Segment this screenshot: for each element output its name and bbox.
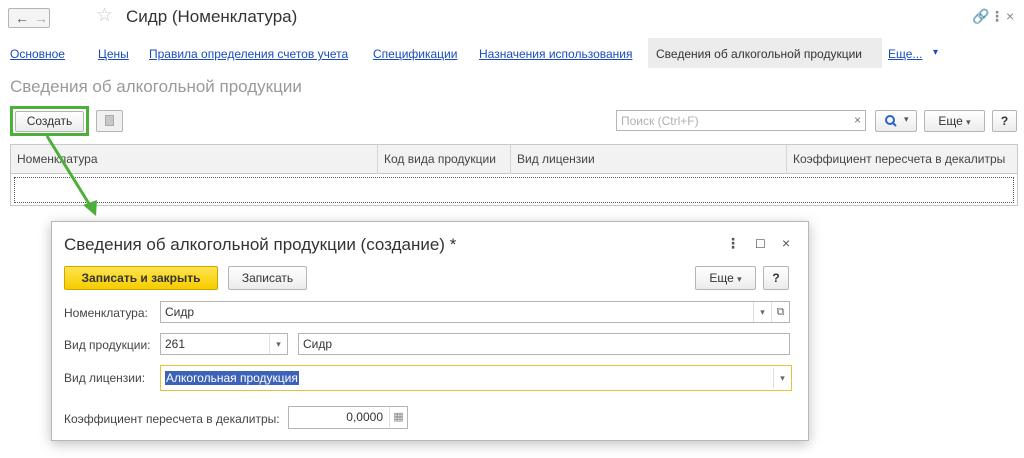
dialog-close-icon[interactable]: × <box>782 235 790 251</box>
search-clear-icon[interactable]: × <box>854 113 861 127</box>
product-type-code-value: 261 <box>165 337 186 351</box>
product-type-name-field[interactable]: Сидр <box>298 333 790 355</box>
calculator-icon[interactable]: ▦ <box>389 407 407 427</box>
product-type-code-field[interactable]: 261 ▾ <box>160 333 288 355</box>
create-button[interactable]: Создать <box>15 111 84 132</box>
favorite-star-icon[interactable]: ☆ <box>96 6 113 26</box>
alcohol-info-table: Номенклатура Код вида продукции Вид лице… <box>10 144 1018 206</box>
window-title: Сидр (Номенклатура) <box>126 7 298 26</box>
search-button[interactable]: ▾ <box>875 110 917 132</box>
create-dialog: Сведения об алкогольной продукции (созда… <box>51 221 809 441</box>
column-header-nomenclature[interactable]: Номенклатура <box>11 145 378 174</box>
column-header-coefficient[interactable]: Коэффициент пересчета в декалитры <box>787 145 1017 174</box>
link-icon[interactable]: 🔗 <box>972 8 989 25</box>
tab-alcohol-info[interactable]: Сведения об алкогольной продукции <box>648 38 882 68</box>
tab-more[interactable]: Еще... <box>888 47 922 61</box>
tab-account-rules[interactable]: Правила определения счетов учета <box>149 47 348 61</box>
search-icon <box>885 115 897 127</box>
save-button[interactable]: Записать <box>228 266 307 290</box>
nomenclature-field[interactable]: Сидр ▾ ⧉ <box>160 301 790 323</box>
nomenclature-label: Номенклатура: <box>64 306 148 320</box>
save-and-close-button[interactable]: Записать и закрыть <box>64 266 218 290</box>
help-button[interactable]: ? <box>992 110 1017 132</box>
copy-icon <box>105 115 114 126</box>
nav-back-forward: ← → <box>8 8 50 28</box>
dialog-title: Сведения об алкогольной продукции (созда… <box>64 235 457 254</box>
license-type-value: Алкогольная продукция <box>165 371 299 385</box>
search-dropdown-icon: ▾ <box>904 114 909 124</box>
tab-main[interactable]: Основное <box>10 47 65 61</box>
license-type-field[interactable]: Алкогольная продукция ▾ <box>160 365 792 391</box>
coefficient-field[interactable]: 0,0000 ▦ <box>288 406 408 429</box>
more-options-icon[interactable]: ⋮ <box>990 8 1004 25</box>
more-dropdown-icon: ▾ <box>966 117 971 127</box>
column-header-product-code[interactable]: Код вида продукции <box>378 145 511 174</box>
search-field[interactable]: × <box>616 110 866 131</box>
license-type-label: Вид лицензии: <box>64 371 146 385</box>
nomenclature-value: Сидр <box>165 305 195 319</box>
product-type-dropdown-icon[interactable]: ▾ <box>269 334 287 354</box>
product-type-label: Вид продукции: <box>64 338 151 352</box>
product-type-name-value: Сидр <box>303 337 333 351</box>
coefficient-label: Коэффициент пересчета в декалитры: <box>64 412 280 426</box>
more-button[interactable]: Еще ▾ <box>924 110 985 132</box>
dialog-more-icon[interactable]: ⋮ <box>726 235 740 252</box>
dialog-more-label: Еще <box>709 271 734 285</box>
dialog-more-button[interactable]: Еще ▾ <box>695 266 756 290</box>
dialog-help-button[interactable]: ? <box>763 266 789 290</box>
close-window-icon[interactable]: × <box>1006 8 1014 24</box>
table-header: Номенклатура Код вида продукции Вид лице… <box>11 145 1017 174</box>
copy-button[interactable] <box>96 110 123 132</box>
license-type-dropdown-icon[interactable]: ▾ <box>773 368 791 388</box>
back-arrow-icon[interactable]: ← <box>15 10 29 26</box>
nomenclature-dropdown-icon[interactable]: ▾ <box>753 302 771 322</box>
section-title: Сведения об алкогольной продукции <box>10 77 302 96</box>
more-button-label: Еще <box>938 114 963 128</box>
search-input[interactable] <box>617 111 845 130</box>
dialog-maximize-icon[interactable]: ☐ <box>755 237 766 251</box>
dialog-more-dropdown-icon: ▾ <box>737 274 742 284</box>
tab-more-dropdown-icon[interactable]: ▾ <box>933 47 938 58</box>
nomenclature-open-icon[interactable]: ⧉ <box>771 302 789 322</box>
forward-arrow-icon[interactable]: → <box>34 10 48 26</box>
coefficient-value: 0,0000 <box>346 410 383 424</box>
column-header-license-type[interactable]: Вид лицензии <box>511 145 787 174</box>
tab-specifications[interactable]: Спецификации <box>373 47 457 61</box>
tab-usage-purposes[interactable]: Назначения использования <box>479 47 632 61</box>
tab-prices[interactable]: Цены <box>98 47 129 61</box>
table-row[interactable] <box>14 177 1014 203</box>
